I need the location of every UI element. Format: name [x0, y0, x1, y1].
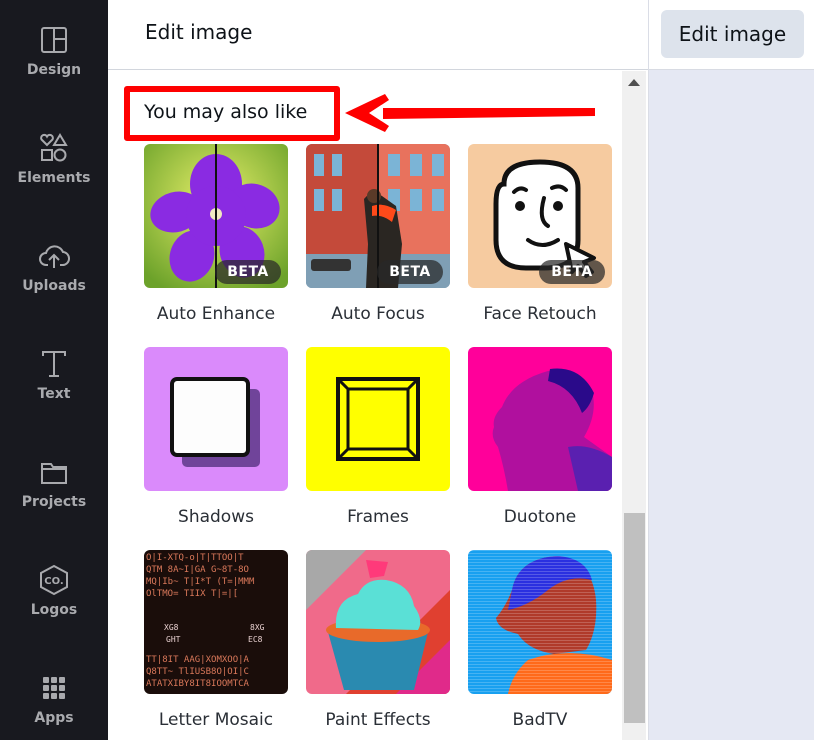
sidebar-item-label: Logos	[30, 602, 78, 618]
sidebar-item-elements[interactable]: Elements	[0, 132, 108, 212]
tile-badtv[interactable]: BadTV	[468, 550, 612, 730]
text-t-icon	[42, 351, 66, 377]
tile-frames[interactable]: Frames	[306, 347, 450, 527]
tile-paint-effects[interactable]: Paint Effects	[306, 550, 450, 730]
layout-icon	[41, 27, 67, 53]
frame-icon	[306, 347, 450, 491]
svg-text:Q8TT~ TlIUSB8O|OI|C: Q8TT~ TlIUSB8O|OI|C	[146, 667, 249, 677]
context-toolbar: Edit image	[649, 0, 814, 70]
frames-thumbnail	[306, 347, 450, 491]
tile-label: Shadows	[178, 507, 254, 527]
sidebar-item-projects[interactable]: Projects	[0, 456, 108, 536]
letter-mosaic-image-icon: O|I-XTQ-o|T|TTOO|T QTM 8A~I|GA G~8T-8O M…	[144, 550, 288, 694]
logo-co-icon: CO.	[40, 564, 68, 596]
tile-shadows[interactable]: Shadows	[144, 347, 288, 527]
duotone-portrait-icon	[468, 347, 612, 491]
shapes-icon	[40, 133, 68, 162]
tile-label: BadTV	[512, 710, 568, 730]
beta-badge: BETA	[377, 260, 443, 284]
svg-text:MQ|Ib~ T|I*T (T=|MMM: MQ|Ib~ T|I*T (T=|MMM	[146, 577, 255, 587]
sidebar-item-logos[interactable]: CO. Logos	[0, 564, 108, 644]
tile-auto-enhance[interactable]: BETA Auto Enhance	[144, 144, 288, 324]
svg-text:CO.: CO.	[44, 576, 63, 587]
badtv-thumbnail	[468, 550, 612, 694]
edit-image-button[interactable]: Edit image	[661, 10, 804, 58]
tile-label: Letter Mosaic	[158, 710, 274, 730]
tile-duotone[interactable]: Duotone	[468, 347, 612, 527]
beta-badge: BETA	[539, 260, 605, 284]
beta-badge: BETA	[215, 260, 281, 284]
tile-label: Face Retouch	[483, 304, 597, 324]
sidebar-item-label: Elements	[17, 170, 91, 186]
scrollbar-thumb[interactable]	[624, 513, 645, 723]
annotation-arrow-icon	[345, 94, 595, 132]
sidebar-rail: Design Elements Uploads Text Projects CO…	[0, 0, 108, 740]
tile-label: Paint Effects	[325, 710, 431, 730]
grid-dots-icon	[43, 677, 65, 699]
svg-text:TT|8IT AAG|XOMXOO|A: TT|8IT AAG|XOMXOO|A	[146, 655, 250, 665]
tile-label: Frames	[347, 507, 409, 527]
tile-label: Auto Enhance	[156, 304, 276, 324]
letter-mosaic-thumbnail: O|I-XTQ-o|T|TTOO|T QTM 8A~I|GA G~8T-8O M…	[144, 550, 288, 694]
sidebar-item-label: Uploads	[22, 278, 86, 294]
svg-text:XG8: XG8	[164, 623, 179, 632]
face-retouch-thumbnail: BETA	[468, 144, 612, 288]
svg-text:QTM 8A~I|GA G~8T-8O: QTM 8A~I|GA G~8T-8O	[146, 565, 249, 575]
sidebar-item-uploads[interactable]: Uploads	[0, 240, 108, 320]
sidebar-item-label: Text	[37, 386, 71, 402]
folder-icon	[41, 463, 67, 484]
cupcake-image-icon	[306, 550, 450, 694]
panel-scrollbar[interactable]	[622, 71, 646, 740]
panel-title: Edit image	[145, 20, 253, 44]
tile-letter-mosaic[interactable]: O|I-XTQ-o|T|TTOO|T QTM 8A~I|GA G~8T-8O M…	[144, 550, 288, 730]
svg-text:EC8: EC8	[248, 635, 263, 644]
sidebar-item-design[interactable]: Design	[0, 24, 108, 104]
duotone-thumbnail	[468, 347, 612, 491]
sidebar-item-apps[interactable]: Apps	[0, 672, 108, 752]
svg-text:GHT: GHT	[166, 635, 181, 644]
auto-focus-thumbnail: BETA	[306, 144, 450, 288]
auto-enhance-thumbnail: BETA	[144, 144, 288, 288]
shadows-thumbnail	[144, 347, 288, 491]
badtv-portrait-icon	[468, 550, 612, 694]
shadow-square-icon	[144, 347, 288, 491]
tile-face-retouch[interactable]: BETA Face Retouch	[468, 144, 612, 324]
section-title: You may also like	[144, 101, 308, 123]
svg-text:O|I-XTQ-o|T|TTOO|T: O|I-XTQ-o|T|TTOO|T	[146, 553, 244, 563]
tile-label: Auto Focus	[331, 304, 425, 324]
tile-label: Duotone	[503, 507, 577, 527]
canvas-area: Edit image	[648, 0, 814, 740]
svg-text:ATATXIBY8IT8IOOMTCA: ATATXIBY8IT8IOOMTCA	[146, 679, 250, 689]
svg-text:OlTMO= TIIX T|=|[: OlTMO= TIIX T|=|[	[146, 589, 238, 599]
svg-text:8XG: 8XG	[250, 623, 265, 632]
cloud-upload-icon	[39, 245, 70, 268]
sidebar-item-label: Design	[26, 62, 82, 78]
paint-effects-thumbnail	[306, 550, 450, 694]
sidebar-item-label: Apps	[34, 710, 74, 726]
scroll-up-arrow-icon[interactable]	[628, 79, 640, 86]
panel-header: Edit image	[108, 0, 648, 70]
tile-auto-focus[interactable]: BETA Auto Focus	[306, 144, 450, 324]
sidebar-item-text[interactable]: Text	[0, 348, 108, 428]
sidebar-item-label: Projects	[21, 494, 87, 510]
